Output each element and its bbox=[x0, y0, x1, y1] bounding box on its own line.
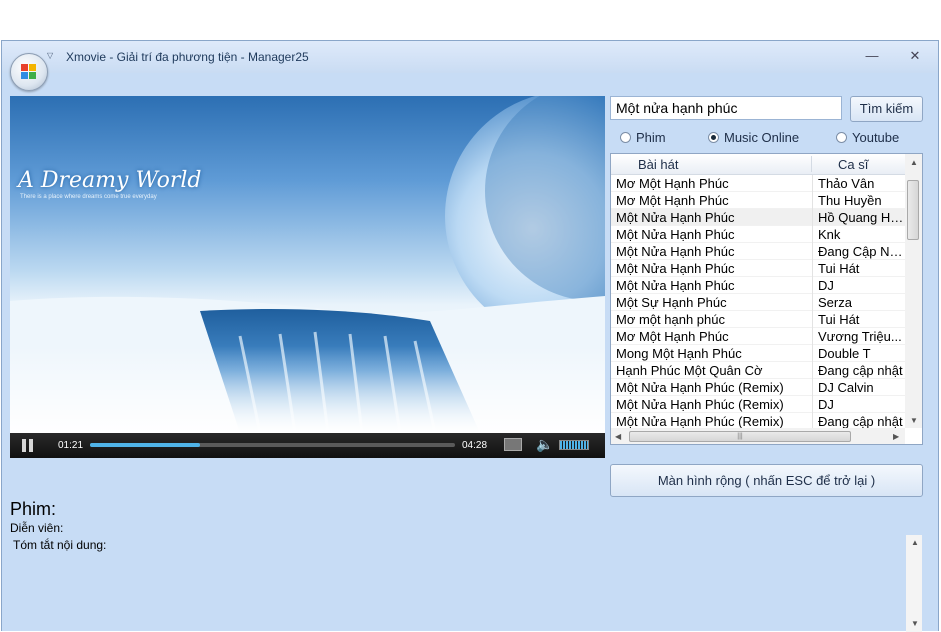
quick-access-dropdown-icon[interactable]: ▽ bbox=[47, 51, 53, 60]
title-bar: Xmovie - Giải trí đa phương tiện - Manag… bbox=[2, 41, 938, 73]
table-row[interactable]: Một Nửa Hạnh Phúc DJ bbox=[611, 277, 905, 294]
song-cell: Hạnh Phúc Một Quân Cờ bbox=[616, 363, 763, 378]
video-title-overlay: A Dreamy World bbox=[18, 168, 202, 193]
artist-cell: DJ Calvin bbox=[818, 380, 874, 395]
widescreen-button[interactable]: Màn hình rộng ( nhấn ESC để trở lại ) bbox=[610, 464, 923, 497]
column-header-artist[interactable]: Ca sĩ bbox=[838, 157, 868, 172]
artist-cell: Vương Triệu... bbox=[818, 329, 902, 344]
scroll-right-icon[interactable]: ▶ bbox=[893, 432, 899, 441]
scroll-up-icon[interactable]: ▲ bbox=[910, 158, 918, 167]
artist-cell: DJ bbox=[818, 397, 834, 412]
table-row[interactable]: Một Sự Hạnh Phúc Serza bbox=[611, 294, 905, 311]
table-row[interactable]: Hạnh Phúc Một Quân Cờ Đang cập nhật bbox=[611, 362, 905, 379]
artist-cell: Thu Huyền bbox=[818, 193, 882, 208]
artist-cell: Đang cập nhật bbox=[818, 363, 903, 378]
search-button[interactable]: Tìm kiếm bbox=[850, 96, 923, 122]
vertical-scroll-thumb[interactable] bbox=[907, 180, 919, 240]
artist-cell: Serza bbox=[818, 295, 852, 310]
table-row[interactable]: Một Nửa Hạnh Phúc Knk bbox=[611, 226, 905, 243]
table-row[interactable]: Một Nửa Hạnh Phúc Hồ Quang Hiếu bbox=[611, 209, 906, 226]
current-time: 01:21 bbox=[58, 440, 84, 451]
total-time: 04:28 bbox=[462, 440, 488, 451]
player-controls: 01:21 04:28 🔈 bbox=[10, 433, 605, 458]
radio-phim-circle[interactable] bbox=[620, 132, 631, 143]
results-header: Bài hát Ca sĩ bbox=[611, 154, 905, 175]
table-row[interactable]: Một Nửa Hạnh Phúc (Remix) DJ Calvin bbox=[611, 379, 905, 396]
summary-scroll-up-icon[interactable]: ▲ bbox=[911, 538, 919, 547]
table-row[interactable]: Một Nửa Hạnh Phúc Đang Cập Nhật bbox=[611, 243, 906, 260]
song-cell: Mơ một hạnh phúc bbox=[616, 312, 725, 327]
song-cell: Một Nửa Hạnh Phúc (Remix) bbox=[616, 380, 784, 395]
seek-bar[interactable] bbox=[90, 443, 455, 447]
actors-label: Diễn viên: bbox=[10, 521, 64, 535]
song-cell: Một Nửa Hạnh Phúc (Remix) bbox=[616, 397, 784, 412]
artist-cell: Thảo Vân bbox=[818, 176, 875, 191]
artist-cell: Tui Hát bbox=[818, 261, 860, 276]
volume-icon[interactable]: 🔈 bbox=[536, 436, 553, 453]
table-row[interactable]: Mơ Một Hạnh Phúc Vương Triệu... bbox=[611, 328, 905, 345]
artist-cell: Double T bbox=[818, 346, 871, 361]
radio-youtube-circle[interactable] bbox=[836, 132, 847, 143]
song-cell: Một Nửa Hạnh Phúc bbox=[616, 244, 735, 259]
table-row[interactable]: Mong Một Hạnh Phúc Double T bbox=[611, 345, 905, 362]
table-row[interactable]: Một Nửa Hạnh Phúc Tui Hát bbox=[611, 260, 905, 277]
close-button[interactable]: ✕ bbox=[903, 47, 927, 65]
song-cell: Một Nửa Hạnh Phúc (Remix) bbox=[616, 414, 784, 429]
artist-cell: DJ bbox=[818, 278, 834, 293]
radio-youtube-label: Youtube bbox=[852, 130, 900, 145]
table-row[interactable]: Mơ Một Hạnh Phúc Thảo Vân bbox=[611, 175, 905, 192]
seek-bar-fill bbox=[90, 443, 200, 447]
app-logo-icon bbox=[21, 64, 37, 80]
video-player[interactable]: A Dreamy World There is a place where dr… bbox=[10, 96, 605, 433]
radio-music-online-circle[interactable] bbox=[708, 132, 719, 143]
table-row[interactable]: Một Nửa Hạnh Phúc (Remix) DJ bbox=[611, 396, 905, 413]
minimize-button[interactable]: — bbox=[860, 47, 884, 65]
search-input[interactable] bbox=[610, 96, 842, 120]
app-window: Xmovie - Giải trí đa phương tiện - Manag… bbox=[1, 40, 939, 632]
song-cell: Một Sự Hạnh Phúc bbox=[616, 295, 727, 310]
video-subtitle-overlay: There is a place where dreams come true … bbox=[20, 194, 157, 200]
video-frame-image bbox=[10, 96, 605, 433]
table-row[interactable]: Mơ Một Hạnh Phúc Thu Huyền bbox=[611, 192, 905, 209]
horizontal-scrollbar[interactable]: ◀ ||| ▶ bbox=[611, 428, 905, 444]
radio-phim[interactable]: Phim bbox=[620, 130, 666, 145]
scroll-down-icon[interactable]: ▼ bbox=[910, 416, 918, 425]
song-cell: Một Nửa Hạnh Phúc bbox=[616, 227, 735, 242]
horizontal-scroll-thumb[interactable]: ||| bbox=[629, 431, 851, 442]
window-title: Xmovie - Giải trí đa phương tiện - Manag… bbox=[66, 50, 309, 64]
results-rows: Mơ Một Hạnh Phúc Thảo Vân Mơ Một Hạnh Phúc… bbox=[611, 175, 906, 444]
column-header-song[interactable]: Bài hát bbox=[638, 157, 678, 172]
song-cell: Mơ Một Hạnh Phúc bbox=[616, 193, 729, 208]
song-cell: Một Nửa Hạnh Phúc bbox=[616, 278, 735, 293]
summary-scroll-down-icon[interactable]: ▼ bbox=[911, 619, 919, 628]
vertical-scrollbar[interactable]: ▲ ▼ bbox=[905, 154, 922, 428]
artist-cell: Knk bbox=[818, 227, 841, 242]
table-row[interactable]: Mơ một hạnh phúc Tui Hát bbox=[611, 311, 905, 328]
radio-phim-label: Phim bbox=[636, 130, 666, 145]
app-menu-button[interactable] bbox=[10, 53, 48, 91]
song-cell: Một Nửa Hạnh Phúc bbox=[616, 210, 735, 225]
artist-cell: Đang Cập Nhật bbox=[818, 244, 906, 259]
radio-youtube[interactable]: Youtube bbox=[836, 130, 899, 145]
fullscreen-icon[interactable] bbox=[504, 438, 522, 451]
song-cell: Mong Một Hạnh Phúc bbox=[616, 346, 742, 361]
results-list[interactable]: Bài hát Ca sĩ Mơ Một Hạnh Phúc Thảo Vân Mơ… bbox=[610, 153, 923, 445]
radio-music-online-label: Music Online bbox=[724, 130, 800, 145]
movie-title: Phim: bbox=[10, 499, 57, 519]
summary-scrollbar[interactable]: ▲ ▼ bbox=[906, 535, 922, 632]
volume-slider[interactable] bbox=[559, 440, 589, 450]
song-cell: Mơ Một Hạnh Phúc bbox=[616, 176, 729, 191]
artist-cell: Tui Hát bbox=[818, 312, 860, 327]
artist-cell: Đang cập nhật bbox=[818, 414, 903, 429]
scroll-left-icon[interactable]: ◀ bbox=[615, 432, 621, 441]
song-cell: Một Nửa Hạnh Phúc bbox=[616, 261, 735, 276]
summary-label: Tóm tắt nội dung: bbox=[13, 538, 107, 552]
song-cell: Mơ Một Hạnh Phúc bbox=[616, 329, 729, 344]
radio-music-online[interactable]: Music Online bbox=[708, 130, 799, 145]
artist-cell: Hồ Quang Hiếu bbox=[818, 210, 906, 225]
pause-icon[interactable] bbox=[22, 439, 34, 452]
